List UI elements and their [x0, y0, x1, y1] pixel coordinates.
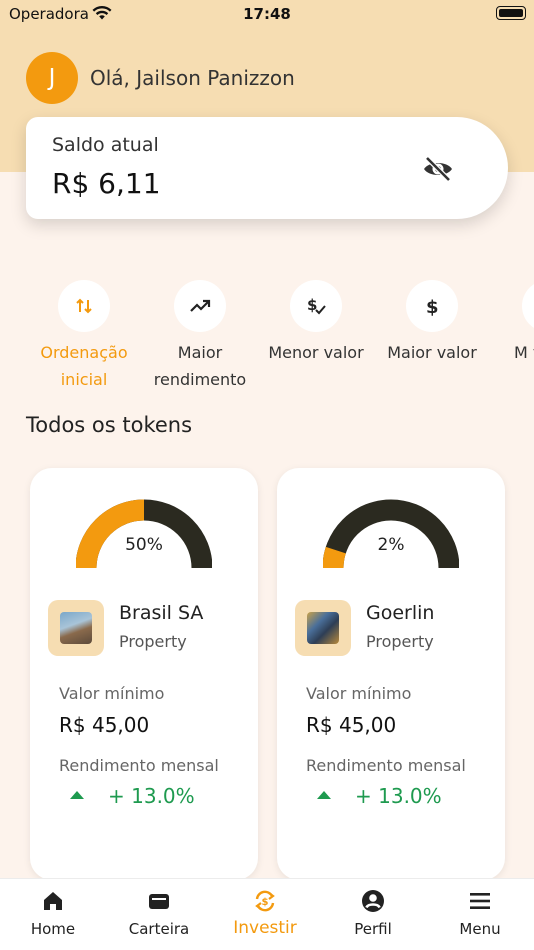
- up-arrow-icon: [317, 791, 331, 799]
- menu-icon: [470, 893, 490, 909]
- balance-card: Saldo atual R$ 6,11: [26, 117, 508, 219]
- filter-highest-yield[interactable]: Maior rendimento: [140, 280, 260, 393]
- wallet-icon: [149, 894, 169, 909]
- tab-invest[interactable]: $ Investir: [212, 879, 318, 950]
- eye-off-icon[interactable]: [422, 153, 454, 185]
- profile-icon: [362, 890, 384, 912]
- tab-label: Investir: [233, 918, 297, 938]
- monthly-yield-value: + 13.0%: [355, 784, 442, 808]
- filter-icon-circle: $: [406, 280, 458, 332]
- balance-label: Saldo atual: [52, 134, 159, 156]
- min-value-label: Valor mínimo: [306, 684, 412, 703]
- filter-label: Ordenação inicial: [40, 343, 128, 389]
- min-value: R$ 45,00: [306, 713, 397, 737]
- svg-text:$: $: [307, 296, 317, 314]
- filter-label: Maior valor: [387, 343, 477, 362]
- token-type: Property: [119, 632, 187, 651]
- balance-value: R$ 6,11: [52, 167, 161, 200]
- home-icon: [44, 892, 62, 910]
- filter-lowest-value[interactable]: $ Menor valor: [256, 280, 376, 366]
- filter-icon-circle: [522, 280, 534, 332]
- section-title: Todos os tokens: [26, 413, 193, 437]
- greeting-text: Olá, Jailson Panizzon: [90, 66, 295, 90]
- tab-label: Home: [30, 920, 76, 938]
- filter-icon-circle: [58, 280, 110, 332]
- tab-wallet[interactable]: Carteira: [106, 879, 212, 950]
- token-image: [307, 612, 339, 644]
- monthly-yield-label: Rendimento mensal: [306, 756, 466, 775]
- token-thumbnail: [295, 600, 351, 656]
- battery-icon: [496, 6, 526, 20]
- tab-label: Carteira: [128, 920, 190, 938]
- invest-exchange-icon: $: [255, 890, 275, 912]
- svg-text:$: $: [426, 297, 439, 317]
- token-thumbnail: [48, 600, 104, 656]
- dollar-icon: $: [426, 297, 439, 317]
- tab-label: Perfil: [354, 920, 392, 938]
- percent-gauge: [323, 499, 459, 569]
- svg-text:$: $: [262, 897, 269, 908]
- token-name: Brasil SA: [119, 602, 204, 624]
- percent-gauge: [76, 499, 212, 569]
- filter-highest-value[interactable]: $ Maior valor: [372, 280, 492, 366]
- filter-initial-order[interactable]: Ordenação inicial: [24, 280, 144, 393]
- gauge-percent: 50%: [125, 535, 163, 555]
- token-card[interactable]: 2% Goerlin Property Valor mínimo R$ 45,0…: [277, 468, 505, 880]
- min-value-label: Valor mínimo: [59, 684, 165, 703]
- filter-label: Maior rendimento: [153, 343, 247, 389]
- filter-icon-circle: [174, 280, 226, 332]
- token-name: Goerlin: [366, 602, 435, 624]
- up-arrow-icon: [70, 791, 84, 799]
- token-type: Property: [366, 632, 434, 651]
- trending-up-icon: [190, 299, 211, 312]
- sort-arrows-icon: [76, 298, 92, 314]
- monthly-yield-value: + 13.0%: [108, 784, 195, 808]
- monthly-yield-label: Rendimento mensal: [59, 756, 219, 775]
- status-bar: Operadora 17:48: [0, 0, 534, 28]
- bottom-tab-bar: Home Carteira $ Investir Perfil Menu: [0, 878, 534, 950]
- token-card[interactable]: 50% Brasil SA Property Valor mínimo R$ 4…: [30, 468, 258, 880]
- token-image: [60, 612, 92, 644]
- avatar[interactable]: J: [26, 52, 78, 104]
- min-value: R$ 45,00: [59, 713, 150, 737]
- sort-filter-bar: Ordenação inicial Maior rendimento $ Men…: [0, 280, 534, 390]
- clock: 17:48: [243, 5, 291, 23]
- tab-label: Menu: [459, 920, 501, 938]
- filter-label: Menor valor: [268, 343, 364, 362]
- filter-label: M ven: [514, 343, 534, 362]
- dollar-check-icon: $: [307, 296, 326, 315]
- gauge-percent: 2%: [377, 535, 405, 555]
- tab-home[interactable]: Home: [0, 879, 106, 950]
- filter-icon-circle: $: [290, 280, 342, 332]
- tab-profile[interactable]: Perfil: [320, 879, 426, 950]
- filter-partial[interactable]: M ven: [488, 280, 534, 366]
- tab-menu[interactable]: Menu: [427, 879, 533, 950]
